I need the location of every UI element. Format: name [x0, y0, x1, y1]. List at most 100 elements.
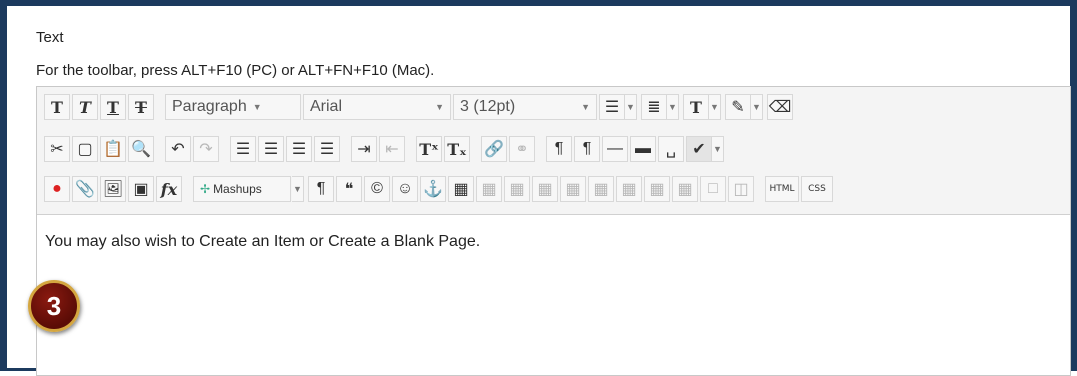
- rich-text-editor: T T T T Paragraph ▼ Arial ▼ 3 (12pt) ▼ ☰…: [28, 86, 1071, 376]
- spellcheck-button[interactable]: ✔: [686, 136, 712, 162]
- attach-file-button[interactable]: 📎: [72, 176, 98, 202]
- toolbar-row-3: ● 📎 🖼 ▣ fx ✢ Mashups ▼ ¶ ❝ © ☺ ⚓ ▦ ▦ ▦ ▦…: [43, 173, 834, 205]
- editor-content-text[interactable]: You may also wish to Create an Item or C…: [45, 233, 480, 251]
- mashups-options[interactable]: ▼: [292, 176, 304, 202]
- field-label: Text: [36, 29, 64, 46]
- strikethrough-button[interactable]: T: [128, 94, 154, 120]
- special-character-button[interactable]: ©: [364, 176, 390, 202]
- text-color-button[interactable]: T: [683, 94, 709, 120]
- bullet-list-button[interactable]: ☰: [599, 94, 625, 120]
- split-cells-icon: □: [708, 180, 718, 197]
- italic-button[interactable]: T: [72, 94, 98, 120]
- copy-button[interactable]: ▢: [72, 136, 98, 162]
- paste-button[interactable]: 📋: [100, 136, 126, 162]
- indent-button[interactable]: ⇥: [351, 136, 377, 162]
- font-select-value: Arial: [310, 98, 343, 115]
- undo-button[interactable]: ↶: [165, 136, 191, 162]
- insert-col-before-button[interactable]: ▦: [616, 176, 642, 202]
- delete-row-button[interactable]: ▦: [588, 176, 614, 202]
- insert-image-button[interactable]: 🖼: [100, 176, 126, 202]
- align-left-button[interactable]: ☰: [230, 136, 256, 162]
- clear-formatting-button[interactable]: ⌫: [767, 94, 793, 120]
- format-select[interactable]: Paragraph ▼: [165, 94, 301, 120]
- superscript-button[interactable]: Tˣ: [416, 136, 442, 162]
- toolbar-row-2: ✂ ▢ 📋 🔍 ↶ ↷ ☰ ☰ ☰ ☰ ⇥ ⇤ Tˣ Tₓ 🔗 ⚭ ¶ ¶ — …: [43, 133, 727, 165]
- align-right-icon: ☰: [291, 141, 307, 158]
- align-center-icon: ☰: [263, 141, 279, 158]
- chevron-down-icon: ▼: [581, 102, 590, 112]
- numbered-list-options[interactable]: ▼: [667, 94, 679, 120]
- align-right-button[interactable]: ☰: [286, 136, 312, 162]
- align-center-button[interactable]: ☰: [258, 136, 284, 162]
- insert-row-after-button[interactable]: ▦: [560, 176, 586, 202]
- horizontal-line-bold-button[interactable]: ▬: [630, 136, 656, 162]
- unlink-button[interactable]: ⚭: [509, 136, 535, 162]
- css-button[interactable]: CSS: [801, 176, 833, 202]
- underline-button[interactable]: T: [100, 94, 126, 120]
- merge-cells-button[interactable]: ◫: [728, 176, 754, 202]
- delete-col-button[interactable]: ▦: [672, 176, 698, 202]
- mashups-select[interactable]: ✢ Mashups: [193, 176, 291, 202]
- insert-media-button[interactable]: ▣: [128, 176, 154, 202]
- highlighter-icon: ✎: [731, 99, 745, 116]
- rtl-button[interactable]: ¶: [574, 136, 600, 162]
- insert-link-button[interactable]: 🔗: [481, 136, 507, 162]
- redo-button[interactable]: ↷: [193, 136, 219, 162]
- paperclip-icon: 📎: [75, 181, 95, 198]
- table-cell-props-button[interactable]: ▦: [504, 176, 530, 202]
- redo-icon: ↷: [199, 141, 213, 158]
- highlight-button[interactable]: ✎: [725, 94, 751, 120]
- horizontal-line-button[interactable]: —: [602, 136, 628, 162]
- unlink-icon: ⚭: [515, 141, 529, 158]
- html-source-button[interactable]: HTML: [765, 176, 799, 202]
- bullet-list-icon: ☰: [604, 99, 620, 116]
- math-formula-button[interactable]: fx: [156, 176, 182, 202]
- bullet-list-options[interactable]: ▼: [625, 94, 637, 120]
- spellcheck-options[interactable]: ▼: [712, 136, 724, 162]
- image-icon: 🖼: [102, 181, 124, 198]
- eraser-icon: ⌫: [768, 99, 792, 116]
- table-row-icon: ▦: [481, 181, 497, 198]
- copyright-icon: ©: [371, 180, 383, 197]
- youtube-button[interactable]: ●: [44, 176, 70, 202]
- paragraph-ltr-icon: ¶: [554, 140, 564, 157]
- ltr-button[interactable]: ¶: [546, 136, 572, 162]
- size-select[interactable]: 3 (12pt) ▼: [453, 94, 597, 120]
- split-cells-button[interactable]: □: [700, 176, 726, 202]
- space-icon: ␣: [665, 141, 677, 158]
- insert-col-after-button[interactable]: ▦: [644, 176, 670, 202]
- text-color-options[interactable]: ▼: [709, 94, 721, 120]
- chevron-down-icon: ▼: [435, 102, 444, 112]
- bold-button[interactable]: T: [44, 94, 70, 120]
- subscript-button[interactable]: Tₓ: [444, 136, 470, 162]
- merge-cells-icon: ◫: [733, 181, 749, 198]
- nonbreaking-space-button[interactable]: ␣: [658, 136, 684, 162]
- align-justify-icon: ☰: [319, 141, 335, 158]
- smiley-icon: ☺: [396, 180, 414, 197]
- horizontal-line-bold-icon: ▬: [635, 140, 651, 157]
- row-after-icon: ▦: [565, 181, 581, 198]
- emoticon-button[interactable]: ☺: [392, 176, 418, 202]
- media-icon: ▣: [133, 181, 149, 198]
- editor-toolbar: T T T T Paragraph ▼ Arial ▼ 3 (12pt) ▼ ☰…: [37, 87, 1070, 215]
- find-button[interactable]: 🔍: [128, 136, 154, 162]
- col-after-icon: ▦: [649, 181, 665, 198]
- table-row-props-button[interactable]: ▦: [476, 176, 502, 202]
- size-select-value: 3 (12pt): [460, 98, 516, 115]
- cut-button[interactable]: ✂: [44, 136, 70, 162]
- mashups-label: Mashups: [213, 182, 262, 196]
- font-select[interactable]: Arial ▼: [303, 94, 451, 120]
- anchor-button[interactable]: ⚓: [420, 176, 446, 202]
- outdent-button[interactable]: ⇤: [379, 136, 405, 162]
- insert-row-before-button[interactable]: ▦: [532, 176, 558, 202]
- pilcrow-icon: ¶: [316, 180, 326, 197]
- paragraph-rtl-icon: ¶: [582, 140, 592, 157]
- numbered-list-icon: ≣: [647, 99, 661, 116]
- insert-table-button[interactable]: ▦: [448, 176, 474, 202]
- blockquote-button[interactable]: ❝: [336, 176, 362, 202]
- show-blocks-button[interactable]: ¶: [308, 176, 334, 202]
- align-justify-button[interactable]: ☰: [314, 136, 340, 162]
- highlight-options[interactable]: ▼: [751, 94, 763, 120]
- numbered-list-button[interactable]: ≣: [641, 94, 667, 120]
- format-select-value: Paragraph: [172, 98, 247, 115]
